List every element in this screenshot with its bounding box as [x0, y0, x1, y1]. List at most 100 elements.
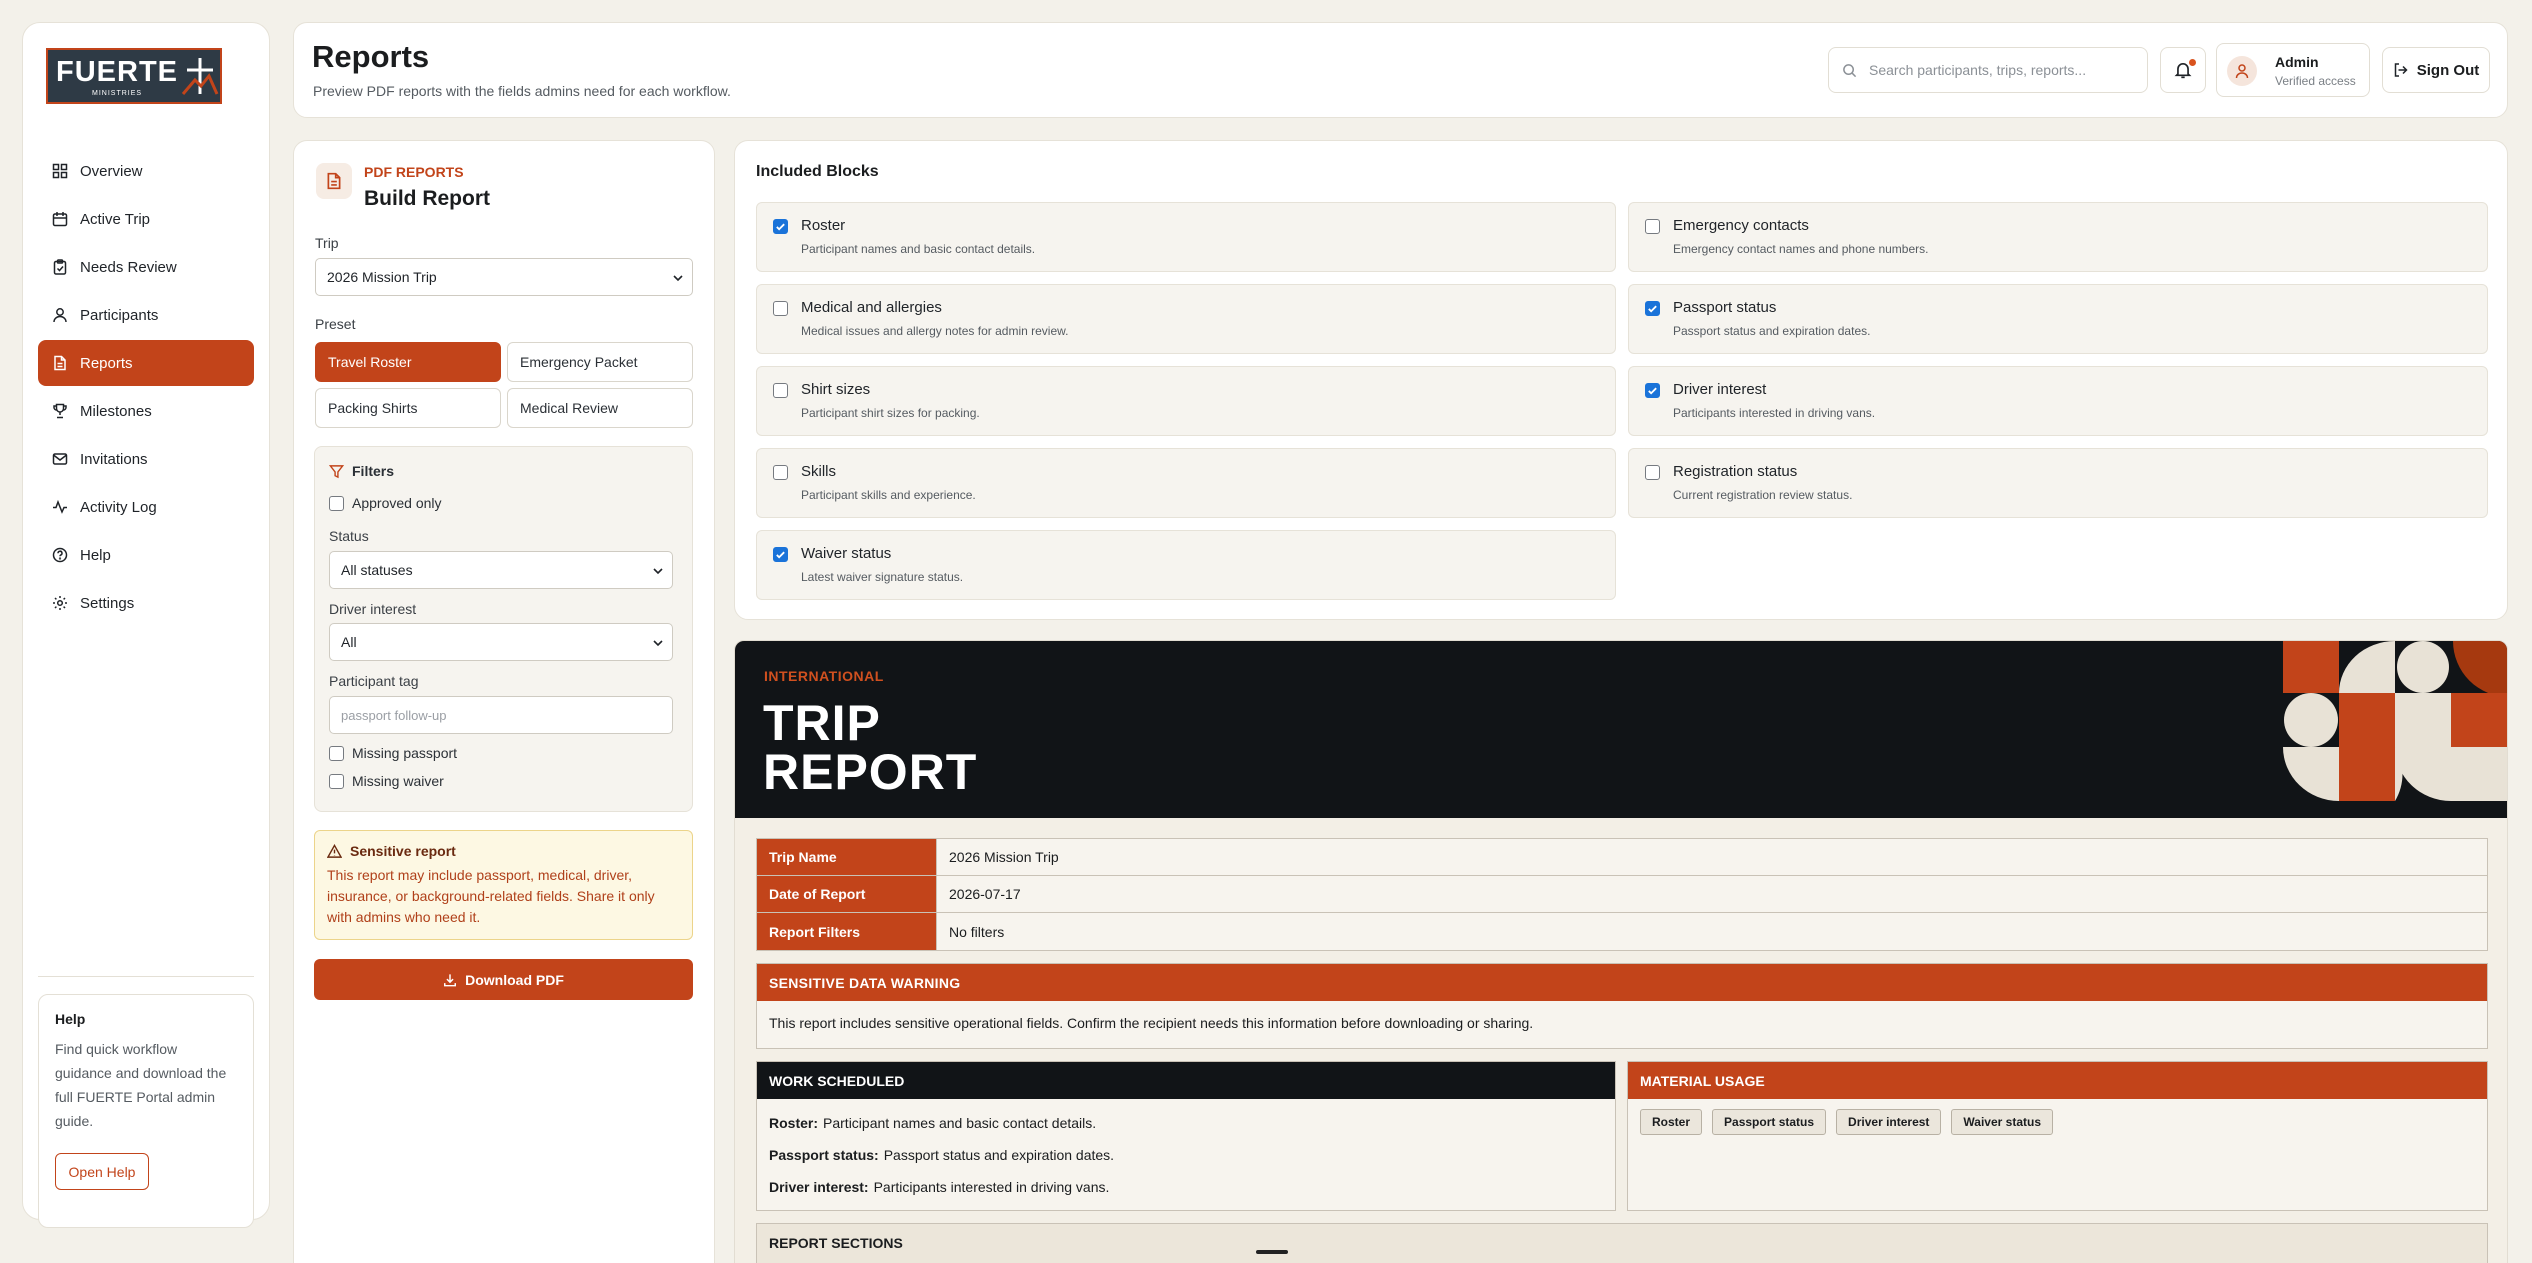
avatar — [2227, 56, 2257, 86]
download-icon — [444, 973, 457, 986]
checkbox[interactable] — [1645, 219, 1660, 234]
material-chip: Waiver status — [1951, 1109, 2054, 1135]
work-line: Passport status: Passport status and expi… — [757, 1139, 1615, 1171]
participant-tag-input[interactable]: passport follow-up — [329, 696, 673, 734]
trip-select-value: 2026 Mission Trip — [327, 269, 437, 285]
block-title: Skills — [801, 463, 837, 480]
logo-subtitle: MINISTRIES — [92, 90, 143, 97]
check-icon — [1648, 305, 1657, 313]
material-chip: Roster — [1640, 1109, 1703, 1135]
material-usage-title: MATERIAL USAGE — [1628, 1062, 2487, 1099]
block-description: Passport status and expiration dates. — [1673, 324, 1871, 338]
report-builder-panel: PDF REPORTS Build Report Trip 2026 Missi… — [293, 140, 715, 1263]
report-title-line-1: TRIP — [763, 695, 881, 751]
sidebar-item-label: Settings — [80, 594, 135, 612]
preset-label: Preset — [315, 316, 356, 332]
sidebar-item-milestones[interactable]: Milestones — [38, 388, 254, 434]
sidebar-item-invitations[interactable]: Invitations — [38, 436, 254, 482]
driver-interest-select[interactable]: All — [329, 623, 673, 661]
sign-out-button[interactable]: Sign Out — [2382, 47, 2490, 93]
status-select-value: All statuses — [341, 562, 413, 578]
table-row: Report Filters No filters — [757, 913, 2487, 950]
report-sections-title: REPORT SECTIONS — [769, 1234, 903, 1251]
sidebar-item-label: Help — [80, 546, 111, 564]
preset-medical-review[interactable]: Medical Review — [507, 388, 693, 428]
block-driver-interest[interactable]: Driver interest Participants interested … — [1628, 366, 2488, 436]
preset-emergency-packet[interactable]: Emergency Packet — [507, 342, 693, 382]
block-medical-allergies[interactable]: Medical and allergies Medical issues and… — [756, 284, 1616, 354]
check-icon — [776, 223, 785, 231]
block-passport-status[interactable]: Passport status Passport status and expi… — [1628, 284, 2488, 354]
checkbox[interactable] — [773, 383, 788, 398]
sensitive-data-warning: SENSITIVE DATA WARNING This report inclu… — [756, 963, 2488, 1049]
block-registration-status[interactable]: Registration status Current registration… — [1628, 448, 2488, 518]
scroll-handle[interactable] — [1256, 1250, 1288, 1254]
checkbox[interactable] — [773, 547, 788, 562]
help-card: Help Find quick workflow guidance and do… — [38, 994, 254, 1228]
approved-only-checkbox[interactable]: Approved only — [329, 495, 442, 511]
sidebar-item-settings[interactable]: Settings — [38, 580, 254, 626]
notification-dot — [2189, 59, 2196, 66]
sensitive-warning-text: This report includes sensitive operation… — [769, 1015, 1534, 1031]
block-description: Current registration review status. — [1673, 488, 1853, 502]
sidebar-item-activity-log[interactable]: Activity Log — [38, 484, 254, 530]
clipboard-icon — [53, 259, 67, 275]
sidebar-item-label: Active Trip — [80, 210, 151, 228]
sidebar-item-label: Overview — [80, 162, 143, 180]
checkbox[interactable] — [1645, 383, 1660, 398]
trophy-icon — [53, 403, 67, 419]
chevron-down-icon — [653, 568, 663, 575]
document-icon — [327, 172, 341, 190]
trip-label: Trip — [315, 235, 339, 251]
block-description: Participant names and basic contact deta… — [801, 242, 1036, 256]
checkbox[interactable] — [1645, 465, 1660, 480]
download-pdf-button[interactable]: Download PDF — [314, 959, 693, 1000]
sensitive-warning-title: SENSITIVE DATA WARNING — [757, 964, 2487, 1001]
sidebar-item-active-trip[interactable]: Active Trip — [38, 196, 254, 242]
checkbox[interactable] — [1645, 301, 1660, 316]
sidebar-item-overview[interactable]: Overview — [38, 148, 254, 194]
sidebar-item-needs-review[interactable]: Needs Review — [38, 244, 254, 290]
report-title-line-2: REPORT — [763, 744, 978, 800]
block-emergency-contacts[interactable]: Emergency contacts Emergency contact nam… — [1628, 202, 2488, 272]
checkbox[interactable] — [773, 465, 788, 480]
open-help-button[interactable]: Open Help — [55, 1153, 149, 1190]
search-input[interactable]: Search participants, trips, reports... — [1828, 47, 2148, 93]
filters-panel: Filters Approved only Status All statuse… — [314, 446, 693, 812]
search-placeholder: Search participants, trips, reports... — [1869, 62, 2087, 78]
missing-passport-checkbox[interactable]: Missing passport — [329, 745, 457, 761]
trip-select[interactable]: 2026 Mission Trip — [315, 258, 693, 296]
sidebar-item-help[interactable]: Help — [38, 532, 254, 578]
chevron-down-icon — [653, 640, 663, 647]
status-select[interactable]: All statuses — [329, 551, 673, 589]
sidebar: FUERTE MINISTRIES Overview Active Trip N… — [22, 22, 270, 1228]
block-skills[interactable]: Skills Participant skills and experience… — [756, 448, 1616, 518]
sensitive-report-warning: Sensitive report This report may include… — [314, 830, 693, 940]
sidebar-item-participants[interactable]: Participants — [38, 292, 254, 338]
preset-travel-roster[interactable]: Travel Roster — [315, 342, 501, 382]
block-shirt-sizes[interactable]: Shirt sizes Participant shirt sizes for … — [756, 366, 1616, 436]
approved-only-label: Approved only — [352, 495, 442, 511]
work-line: Driver interest: Participants interested … — [757, 1171, 1615, 1203]
checkbox[interactable] — [329, 773, 344, 789]
sidebar-item-reports[interactable]: Reports — [38, 340, 254, 386]
report-sections: REPORT SECTIONS — [756, 1223, 2488, 1263]
check-icon — [776, 551, 785, 559]
user-menu[interactable]: Admin Verified access — [2216, 43, 2370, 97]
checkbox[interactable] — [329, 495, 344, 511]
block-title: Roster — [801, 217, 846, 234]
missing-waiver-checkbox[interactable]: Missing waiver — [329, 773, 444, 789]
warning-text: This report may include passport, medica… — [327, 867, 655, 925]
pdf-preview[interactable]: INTERNATIONAL TRIP REPORT Trip Name 2026… — [734, 640, 2508, 1263]
calendar-icon — [52, 212, 68, 227]
geometric-pattern-art — [2283, 641, 2507, 801]
checkbox[interactable] — [773, 301, 788, 316]
work-line-label: Roster: — [769, 1115, 819, 1131]
fuerte-logo[interactable]: FUERTE MINISTRIES — [46, 48, 222, 104]
block-waiver-status[interactable]: Waiver status Latest waiver signature st… — [756, 530, 1616, 600]
preset-packing-shirts[interactable]: Packing Shirts — [315, 388, 501, 428]
checkbox[interactable] — [329, 745, 344, 761]
checkbox[interactable] — [773, 219, 788, 234]
notifications-button[interactable] — [2160, 47, 2206, 93]
block-roster[interactable]: Roster Participant names and basic conta… — [756, 202, 1616, 272]
